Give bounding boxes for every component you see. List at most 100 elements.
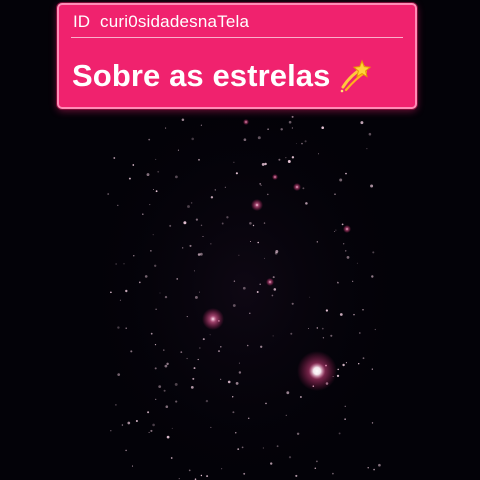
small-star [107, 193, 110, 195]
small-star [242, 286, 246, 290]
small-star [339, 178, 343, 182]
small-star [362, 357, 365, 360]
small-star [159, 292, 161, 294]
small-star [316, 460, 318, 463]
small-star [241, 446, 244, 449]
small-star [368, 132, 372, 136]
small-star [232, 304, 236, 307]
small-star [115, 263, 117, 265]
small-star [285, 157, 287, 159]
small-star [202, 235, 204, 237]
small-star [155, 158, 157, 160]
small-star [221, 222, 224, 225]
small-star [259, 183, 262, 185]
small-star [334, 231, 336, 232]
small-star [170, 457, 173, 459]
small-star [155, 308, 157, 310]
small-star [237, 448, 240, 450]
small-star [301, 142, 303, 145]
small-star [128, 177, 131, 180]
small-star [191, 137, 194, 141]
small-star [332, 472, 334, 475]
small-star [187, 205, 190, 208]
small-star [200, 474, 203, 477]
small-star [178, 478, 180, 480]
small-star [146, 173, 150, 177]
small-star [175, 175, 178, 179]
small-star [259, 283, 261, 285]
small-star [337, 281, 339, 284]
small-star [371, 368, 373, 370]
glowing-star-mid [266, 278, 274, 286]
small-star [371, 422, 374, 424]
small-star [345, 362, 347, 364]
title-card: ID curi0sidadesnaTela Sobre as estrelas [57, 3, 417, 109]
small-star [267, 128, 269, 131]
small-star [249, 222, 252, 225]
small-star [221, 468, 223, 470]
small-star [133, 255, 135, 257]
small-star [305, 202, 308, 205]
small-star [246, 344, 249, 347]
small-star [262, 447, 264, 449]
small-star [295, 142, 297, 144]
small-star [372, 251, 375, 254]
dizzy-star-icon [338, 59, 372, 93]
small-star [130, 350, 133, 353]
small-star [220, 378, 222, 380]
card-divider [71, 37, 403, 38]
small-star [169, 224, 172, 227]
small-star [238, 362, 240, 364]
small-star [273, 288, 277, 291]
small-star [316, 241, 318, 243]
small-star [125, 289, 128, 293]
small-star [144, 275, 148, 278]
small-star [192, 377, 195, 380]
small-star [166, 435, 170, 439]
small-star [309, 296, 311, 298]
small-star [214, 189, 216, 191]
small-star [233, 161, 235, 163]
small-star [166, 362, 169, 366]
small-star [291, 127, 293, 129]
small-star [177, 149, 179, 151]
small-star [131, 465, 134, 467]
small-star [121, 424, 124, 426]
small-star [176, 278, 179, 280]
small-star [278, 158, 281, 161]
small-star [288, 120, 292, 124]
small-star [330, 334, 333, 337]
small-star [197, 358, 199, 361]
small-star [263, 222, 266, 224]
small-star [321, 327, 324, 330]
small-star [200, 224, 203, 227]
small-star [358, 363, 360, 365]
small-star [343, 243, 345, 245]
small-star [189, 244, 192, 247]
small-star [358, 332, 361, 334]
small-star [180, 351, 183, 353]
small-star [316, 327, 319, 329]
small-star [249, 312, 251, 315]
small-star [346, 256, 350, 259]
small-star [132, 164, 135, 166]
small-star [341, 223, 344, 226]
id-label: ID [73, 12, 90, 31]
small-star [274, 251, 278, 255]
small-star [307, 327, 309, 329]
small-star [366, 148, 368, 150]
small-star [188, 469, 191, 472]
small-star [224, 186, 226, 188]
small-star [336, 374, 340, 378]
small-star [257, 241, 259, 244]
small-star [163, 349, 165, 351]
small-star [235, 381, 239, 385]
small-star [205, 399, 209, 403]
small-star [257, 136, 261, 140]
small-star [362, 309, 364, 311]
small-star [186, 316, 188, 318]
small-star [243, 472, 246, 475]
small-star [181, 118, 185, 121]
glowing-star-left [202, 308, 224, 330]
small-star [115, 404, 117, 406]
